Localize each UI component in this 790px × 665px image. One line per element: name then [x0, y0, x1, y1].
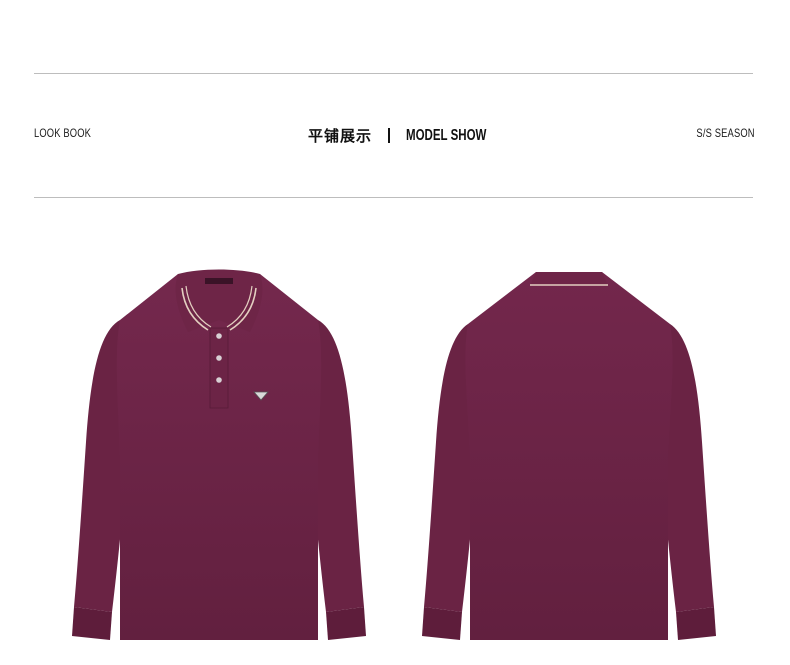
section-title-cn: 平铺展示: [308, 128, 373, 145]
bottom-divider: [34, 197, 753, 198]
look-book-label: LOOK BOOK: [34, 126, 92, 140]
section-title-en: MODEL SHOW: [406, 126, 487, 144]
title-separator: [388, 128, 391, 143]
polo-shirt-front-image: [72, 269, 366, 640]
season-label: S/S SEASON: [696, 126, 755, 140]
section-title: 平铺展示 MODEL SHOW: [308, 125, 518, 146]
top-divider: [34, 73, 753, 74]
polo-shirt-back-image: [422, 272, 716, 640]
